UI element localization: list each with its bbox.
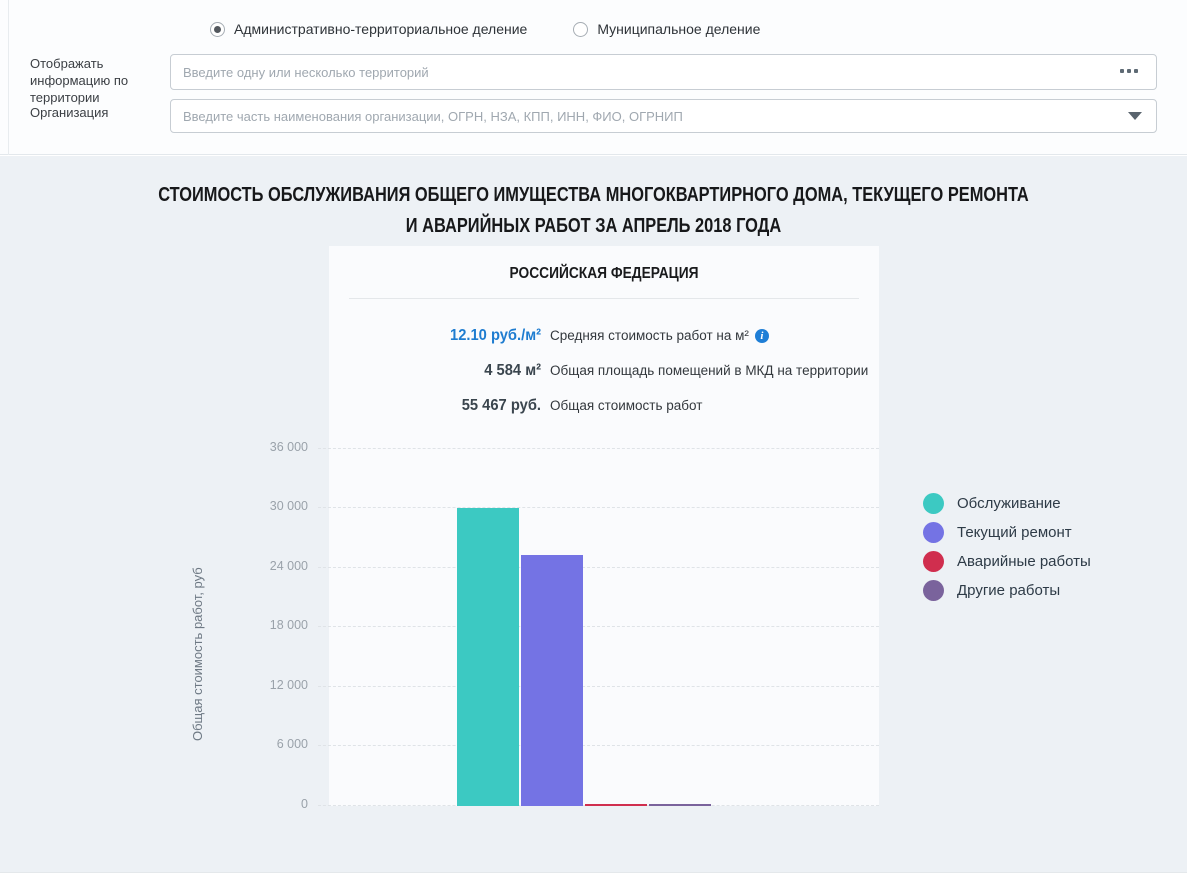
legend-dot-icon: [923, 551, 944, 572]
radio-municipal-label: Муниципальное деление: [597, 21, 760, 37]
radio-unselected-icon[interactable]: [573, 22, 588, 37]
division-radio-group: Административно-территориальное деление …: [210, 21, 760, 37]
panel-edge-divider: [8, 0, 9, 155]
y-tick-label: 24 000: [228, 559, 308, 573]
stats-block: 12.10 руб./м² Средняя стоимость работ на …: [329, 318, 879, 423]
filter-panel: Административно-территориальное деление …: [0, 0, 1187, 155]
legend-dot-icon: [923, 580, 944, 601]
stat-label-text: Средняя стоимость работ на м²: [550, 328, 749, 343]
gridline: [318, 507, 879, 508]
legend-item[interactable]: Текущий ремонт: [923, 522, 1091, 543]
radio-administrative-division[interactable]: Административно-территориальное деление: [210, 21, 527, 37]
gridline: [318, 686, 879, 687]
bar-4[interactable]: [649, 804, 711, 806]
bottom-divider: [0, 872, 1187, 873]
stat-label-text: Общая площадь помещений в МКД на террито…: [550, 363, 868, 378]
stat-row: 12.10 руб./м² Средняя стоимость работ на …: [329, 318, 879, 353]
gridline: [318, 448, 879, 449]
radio-administrative-label: Административно-территориальное деление: [234, 21, 527, 37]
bar-2[interactable]: [521, 555, 583, 806]
y-tick-label: 30 000: [228, 499, 308, 513]
radio-municipal-division[interactable]: Муниципальное деление: [573, 21, 760, 37]
gridline: [318, 567, 879, 568]
y-tick-label: 0: [228, 797, 308, 811]
info-icon[interactable]: i: [755, 329, 769, 343]
bar-3[interactable]: [585, 804, 647, 806]
page: Административно-территориальное деление …: [0, 0, 1187, 880]
bar-chart-plot: 36 00030 00024 00018 00012 0006 0000: [318, 430, 879, 806]
radio-selected-icon[interactable]: [210, 22, 225, 37]
legend-label: Другие работы: [957, 582, 1060, 599]
section-title: СТОИМОСТЬ ОБСЛУЖИВАНИЯ ОБЩЕГО ИМУЩЕСТВА …: [107, 180, 1080, 242]
gridline: [318, 626, 879, 627]
stat-row: 55 467 руб. Общая стоимость работ: [329, 388, 879, 423]
legend-label: Аварийные работы: [957, 553, 1091, 570]
organization-field-label: Организация: [30, 105, 180, 122]
chart-legend: Обслуживание Текущий ремонт Аварийные рабо…: [923, 493, 1091, 609]
stat-row: 4 584 м² Общая площадь помещений в МКД на…: [329, 353, 879, 388]
legend-label: Текущий ремонт: [957, 524, 1072, 541]
y-tick-label: 18 000: [228, 618, 308, 632]
region-title: РОССИЙСКАЯ ФЕДЕРАЦИЯ: [368, 246, 841, 283]
chart-section: СТОИМОСТЬ ОБСЛУЖИВАНИЯ ОБЩЕГО ИМУЩЕСТВА …: [0, 156, 1187, 872]
stat-value: 12.10 руб./м²: [346, 327, 541, 345]
legend-label: Обслуживание: [957, 495, 1061, 512]
y-tick-label: 12 000: [228, 678, 308, 692]
stat-label: Общая стоимость работ: [550, 398, 702, 413]
stat-label: Общая площадь помещений в МКД на террито…: [550, 363, 868, 378]
stat-value: 55 467 руб.: [346, 397, 541, 415]
stat-label-text: Общая стоимость работ: [550, 398, 702, 413]
stat-label: Средняя стоимость работ на м² i: [550, 328, 769, 343]
y-tick-label: 6 000: [228, 737, 308, 751]
section-title-line1: СТОИМОСТЬ ОБСЛУЖИВАНИЯ ОБЩЕГО ИМУЩЕСТВА …: [107, 180, 1080, 211]
y-axis-title: Общая стоимость работ, руб: [190, 496, 205, 741]
ellipsis-icon[interactable]: [1120, 69, 1138, 73]
chevron-down-icon[interactable]: [1128, 112, 1142, 120]
legend-dot-icon: [923, 493, 944, 514]
territory-field-label: Отображать информацию по территории: [30, 56, 180, 107]
bar-1[interactable]: [457, 508, 519, 806]
legend-item[interactable]: Аварийные работы: [923, 551, 1091, 572]
y-tick-label: 36 000: [228, 440, 308, 454]
stat-value: 4 584 м²: [346, 362, 541, 380]
legend-dot-icon: [923, 522, 944, 543]
organization-input[interactable]: [170, 99, 1157, 133]
section-title-line2: И АВАРИЙНЫХ РАБОТ ЗА АПРЕЛЬ 2018 ГОДА: [107, 211, 1080, 242]
territory-input[interactable]: [170, 54, 1157, 90]
gridline: [318, 745, 879, 746]
legend-item[interactable]: Другие работы: [923, 580, 1091, 601]
card-divider: [349, 298, 859, 299]
legend-item[interactable]: Обслуживание: [923, 493, 1091, 514]
